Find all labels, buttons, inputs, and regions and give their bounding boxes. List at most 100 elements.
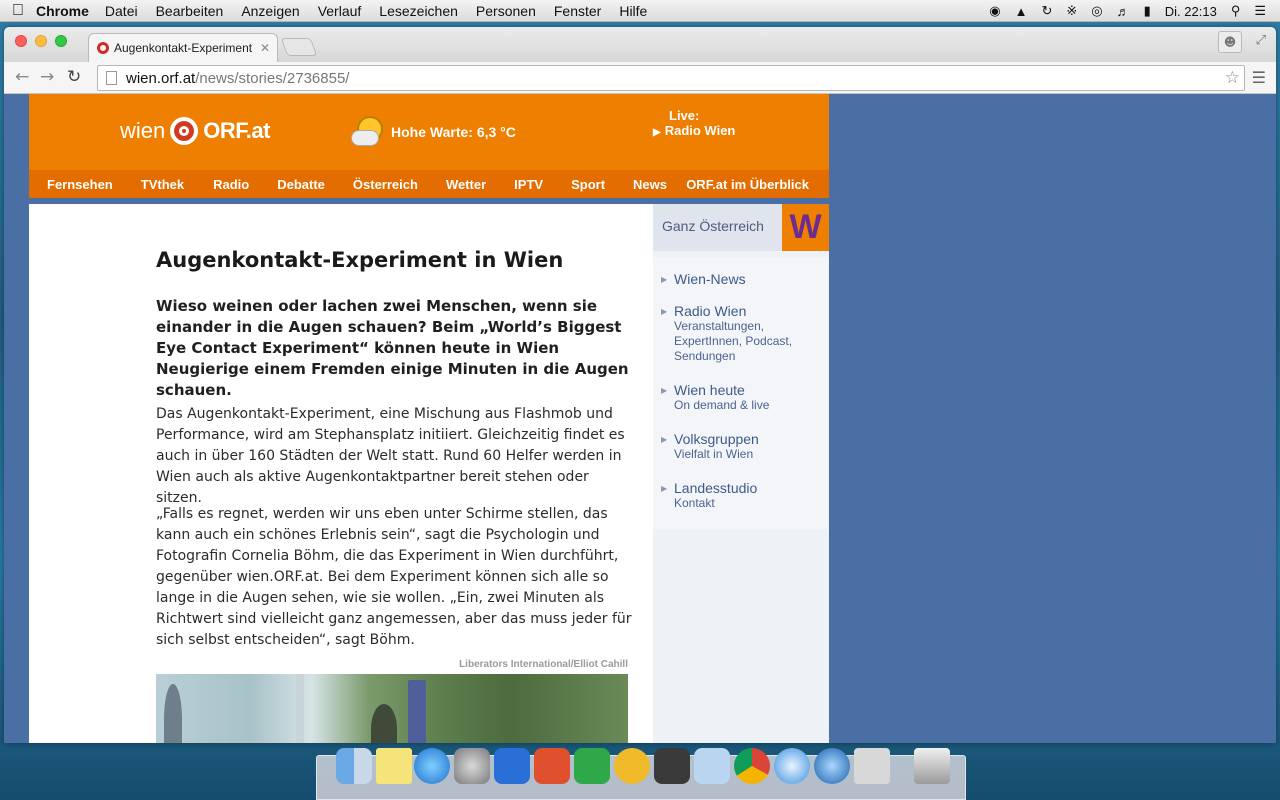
nav-radio[interactable]: Radio <box>213 177 249 192</box>
orf-eye-icon <box>170 117 199 145</box>
reload-icon[interactable]: ↻ <box>67 67 81 87</box>
url-host: wien.orf.at <box>126 69 196 87</box>
menu-verlauf[interactable]: Verlauf <box>318 3 362 19</box>
live-radio-link[interactable]: Live: ▶ Radio Wien <box>653 108 735 140</box>
play-icon: ▶ <box>653 127 661 138</box>
address-bar[interactable]: wien.orf.at/news/stories/2736855/ ☆ <box>97 65 1245 91</box>
app-status-icon[interactable]: ◉ <box>989 3 1000 19</box>
quicktime-icon[interactable] <box>814 748 850 784</box>
bullet-icon: ▶ <box>661 307 668 316</box>
safari-icon[interactable] <box>774 748 810 784</box>
browser-toolbar: ← → ↻ wien.orf.at/news/stories/2736855/ … <box>4 62 1276 94</box>
nav-news[interactable]: News <box>633 177 667 192</box>
fullscreen-icon[interactable]: ⤢ <box>1256 33 1266 48</box>
sidebar-item-subtitle[interactable]: Veranstaltungen, ExpertInnen, Podcast, S… <box>674 319 824 364</box>
sidebar-item-subtitle[interactable]: On demand & live <box>674 398 824 413</box>
sidebar-item-title[interactable]: Wien heute <box>674 382 745 398</box>
nav-tvthek[interactable]: TVthek <box>141 177 184 192</box>
nav-oesterreich[interactable]: Österreich <box>353 177 418 192</box>
wien-badge-icon[interactable]: W <box>782 204 829 251</box>
menu-anzeigen[interactable]: Anzeigen <box>241 3 299 19</box>
nav-orf-overview[interactable]: ORF.at im Überblick <box>686 177 809 192</box>
battery-icon[interactable]: ▮ <box>1144 3 1151 19</box>
wifi-icon[interactable]: ◎ <box>1091 3 1102 19</box>
minimize-window-button[interactable] <box>35 35 47 47</box>
sidebar-item-subtitle[interactable]: Kontakt <box>674 496 824 511</box>
stickies-icon[interactable] <box>376 748 412 784</box>
menu-bearbeiten[interactable]: Bearbeiten <box>156 3 224 19</box>
nav-debatte[interactable]: Debatte <box>277 177 325 192</box>
article-content: Augenkontakt-Experiment in Wien Wieso we… <box>29 204 653 743</box>
article-lead: Wieso weinen oder lachen zwei Menschen, … <box>156 297 629 399</box>
article-photo[interactable] <box>156 674 628 743</box>
menu-datei[interactable]: Datei <box>105 3 138 19</box>
back-arrow-icon[interactable]: ← <box>15 67 29 87</box>
nav-sport[interactable]: Sport <box>571 177 605 192</box>
weather-sun-cloud-icon <box>351 116 383 148</box>
calculator-icon[interactable] <box>854 748 890 784</box>
new-tab-button[interactable] <box>280 38 318 56</box>
sidebar-item-title[interactable]: Radio Wien <box>674 303 746 319</box>
outlook-icon[interactable] <box>614 748 650 784</box>
sidebar-item-title[interactable]: Landesstudio <box>674 480 757 496</box>
browser-tab[interactable]: Augenkontakt-Experiment in Wien ✕ <box>88 33 278 62</box>
photo-booth-icon[interactable] <box>654 748 690 784</box>
powerpoint-icon[interactable] <box>534 748 570 784</box>
page-icon <box>106 71 117 85</box>
sidebar: Ganz Österreich W ▶ Wien-News ▶ Radio Wi… <box>653 204 829 743</box>
region-switch-link[interactable]: Ganz Österreich <box>662 218 764 234</box>
menu-bar:  Chrome Datei Bearbeiten Anzeigen Verla… <box>0 0 1280 22</box>
menu-lesezeichen[interactable]: Lesezeichen <box>379 3 458 19</box>
logo-orf-text: ORF.at <box>203 118 270 143</box>
browser-titlebar: Augenkontakt-Experiment in Wien ✕ ☻ ⤢ <box>4 27 1276 62</box>
spotlight-icon[interactable]: ⚲ <box>1231 3 1241 19</box>
orf-header: wien ORF.at Hohe Warte: 6,3 °C Live: ▶ Ra… <box>29 94 829 198</box>
itunes-icon[interactable] <box>414 748 450 784</box>
trash-icon[interactable] <box>914 748 950 784</box>
photo-credit: Liberators International/Elliot Cahill <box>459 659 628 670</box>
sidebar-empty-area <box>653 535 829 743</box>
nav-fernsehen[interactable]: Fernsehen <box>47 177 113 192</box>
weather-widget[interactable]: Hohe Warte: 6,3 °C <box>351 116 516 148</box>
bullet-icon: ▶ <box>661 484 668 493</box>
weather-text: Hohe Warte: 6,3 °C <box>391 124 516 140</box>
page-viewport: wien ORF.at Hohe Warte: 6,3 °C Live: ▶ Ra… <box>4 94 1276 743</box>
menu-hilfe[interactable]: Hilfe <box>619 3 647 19</box>
preview-icon[interactable] <box>694 748 730 784</box>
article-headline: Augenkontakt-Experiment in Wien <box>156 248 564 272</box>
time-machine-icon[interactable]: ↻ <box>1041 3 1052 19</box>
sidebar-item-title[interactable]: Volksgruppen <box>674 431 759 447</box>
volume-icon[interactable]: ♬ <box>1117 4 1130 19</box>
sidebar-header: Ganz Österreich W <box>653 204 829 251</box>
sidebar-item-title[interactable]: Wien-News <box>674 271 746 287</box>
notification-center-icon[interactable]: ☰ <box>1254 3 1266 19</box>
menu-fenster[interactable]: Fenster <box>554 3 601 19</box>
menubar-clock[interactable]: Di. 22:13 <box>1165 4 1217 19</box>
orf-favicon-icon <box>97 42 109 54</box>
word-icon[interactable] <box>494 748 530 784</box>
url-path: /news/stories/2736855/ <box>195 69 350 87</box>
tab-close-icon[interactable]: ✕ <box>260 41 270 55</box>
close-window-button[interactable] <box>15 35 27 47</box>
profile-icon[interactable]: ☻ <box>1218 31 1242 53</box>
excel-icon[interactable] <box>574 748 610 784</box>
menu-personen[interactable]: Personen <box>476 3 536 19</box>
nav-iptv[interactable]: IPTV <box>514 177 543 192</box>
menu-app-name[interactable]: Chrome <box>36 3 89 19</box>
bookmark-star-icon[interactable]: ☆ <box>1225 68 1240 88</box>
article-paragraph-2: „Falls es regnet, werden wir uns eben un… <box>156 506 632 648</box>
forward-arrow-icon[interactable]: → <box>40 67 54 87</box>
bullet-icon: ▶ <box>661 386 668 395</box>
system-preferences-icon[interactable] <box>454 748 490 784</box>
zoom-window-button[interactable] <box>55 35 67 47</box>
wien-orf-logo[interactable]: wien ORF.at <box>120 117 270 145</box>
apple-icon[interactable]:  <box>0 2 36 20</box>
nav-wetter[interactable]: Wetter <box>446 177 486 192</box>
bluetooth-icon[interactable]: ※ <box>1066 3 1077 19</box>
sidebar-link-list: ▶ Wien-News ▶ Radio Wien Veranstaltungen… <box>653 257 829 529</box>
finder-icon[interactable] <box>336 748 372 784</box>
chrome-menu-icon[interactable]: ☰ <box>1252 68 1266 87</box>
google-drive-icon[interactable]: ▲ <box>1015 4 1028 19</box>
chrome-icon[interactable] <box>734 748 770 784</box>
sidebar-item-subtitle[interactable]: Vielfalt in Wien <box>674 447 824 462</box>
